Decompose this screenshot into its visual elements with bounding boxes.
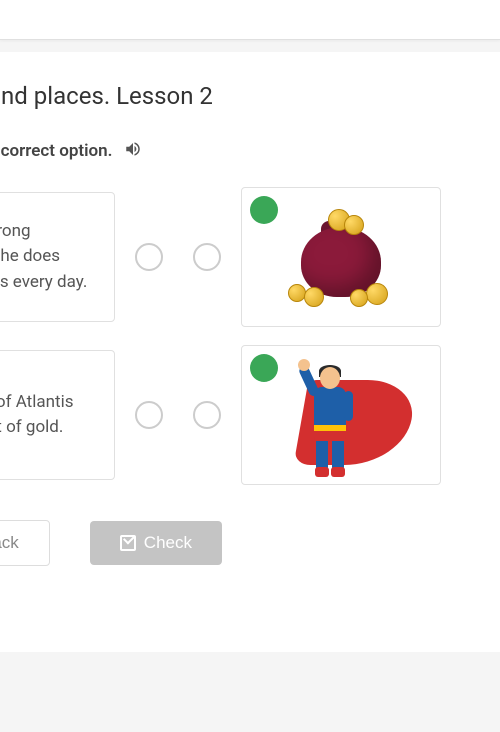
superhero-icon <box>266 355 416 475</box>
option-image-card <box>241 187 441 327</box>
check-button[interactable]: Check <box>90 521 222 565</box>
option-text-card: s strong use he does cises every day. <box>0 192 115 322</box>
option-text: s strong use he does cises every day. <box>0 219 87 296</box>
radio-right[interactable] <box>193 243 221 271</box>
instruction-text: se the correct option. <box>0 141 112 161</box>
radio-left[interactable] <box>135 243 163 271</box>
instruction-row: se the correct option. <box>0 140 500 187</box>
browser-address-bar <box>0 0 500 40</box>
match-row: ble of Atlantis a lot of gold. <box>0 345 500 485</box>
radio-group <box>135 243 221 271</box>
speaker-icon[interactable] <box>124 140 142 162</box>
check-button-label: Check <box>144 533 192 553</box>
option-image-card <box>241 345 441 485</box>
option-text-card: ble of Atlantis a lot of gold. <box>0 350 115 480</box>
gold-bag-icon <box>286 207 396 307</box>
check-icon <box>120 535 136 551</box>
card-badge <box>250 196 278 224</box>
option-text: ble of Atlantis a lot of gold. <box>0 390 73 441</box>
radio-left[interactable] <box>135 401 163 429</box>
radio-right[interactable] <box>193 401 221 429</box>
lesson-content: ble and places. Lesson 2 se the correct … <box>0 52 500 652</box>
lesson-title: ble and places. Lesson 2 <box>0 82 500 140</box>
back-button[interactable]: Back <box>0 520 50 566</box>
action-buttons: Back Check <box>0 520 500 566</box>
match-row: s strong use he does cises every day. <box>0 187 500 327</box>
radio-group <box>135 401 221 429</box>
matching-grid: s strong use he does cises every day. b <box>0 187 500 520</box>
